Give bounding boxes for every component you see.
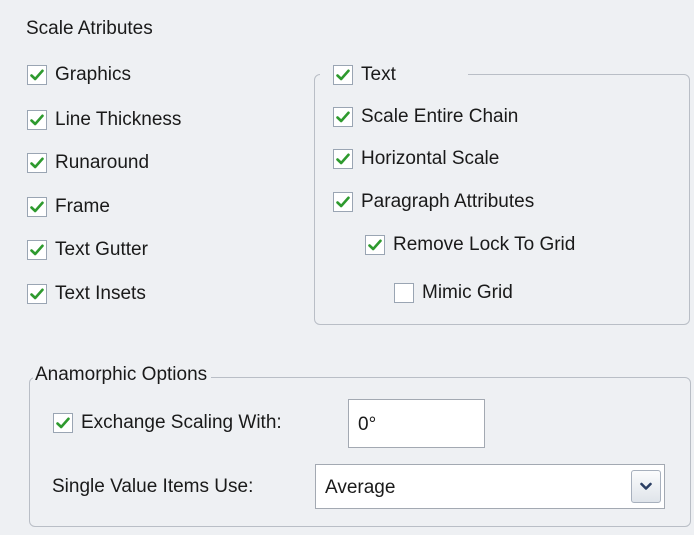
checkmark-icon xyxy=(30,201,44,213)
scale-entire-chain-label: Scale Entire Chain xyxy=(361,106,519,127)
text-checkbox[interactable] xyxy=(333,65,353,85)
single-value-items-selected: Average xyxy=(325,477,396,498)
frame-label: Frame xyxy=(55,196,110,217)
checkmark-icon xyxy=(336,69,350,81)
checkmark-icon xyxy=(30,69,44,81)
remove-lock-to-grid-checkbox[interactable] xyxy=(365,235,385,255)
paragraph-attributes-checkbox-row[interactable]: Paragraph Attributes xyxy=(333,189,534,215)
runaround-label: Runaround xyxy=(55,152,150,173)
runaround-checkbox[interactable] xyxy=(27,153,47,173)
text-insets-checkbox[interactable] xyxy=(27,284,47,304)
single-value-items-select[interactable]: Average xyxy=(315,464,665,509)
text-gutter-checkbox[interactable] xyxy=(27,240,47,260)
text-label: Text xyxy=(361,64,396,85)
remove-lock-to-grid-label: Remove Lock To Grid xyxy=(393,234,576,255)
text-checkbox-row[interactable]: Text xyxy=(333,62,396,88)
exchange-scaling-angle-value: 0° xyxy=(358,414,377,435)
graphics-label: Graphics xyxy=(55,64,132,85)
exchange-scaling-checkbox[interactable] xyxy=(53,413,73,433)
line-thickness-label: Line Thickness xyxy=(55,109,182,130)
scale-entire-chain-checkbox[interactable] xyxy=(333,107,353,127)
mimic-grid-checkbox-row[interactable]: Mimic Grid xyxy=(394,280,513,306)
paragraph-attributes-checkbox[interactable] xyxy=(333,192,353,212)
text-gutter-checkbox-row[interactable]: Text Gutter xyxy=(27,237,148,263)
scale-options-panel: Scale Atributes Graphics Line Thickness … xyxy=(0,0,694,535)
exchange-scaling-checkbox-row[interactable]: Exchange Scaling With: xyxy=(53,410,282,436)
horizontal-scale-label: Horizontal Scale xyxy=(361,148,500,169)
mimic-grid-label: Mimic Grid xyxy=(422,282,513,303)
checkmark-icon xyxy=(336,196,350,208)
checkmark-icon xyxy=(336,153,350,165)
checkmark-icon xyxy=(30,288,44,300)
exchange-scaling-label: Exchange Scaling With: xyxy=(81,412,282,433)
horizontal-scale-checkbox-row[interactable]: Horizontal Scale xyxy=(333,146,499,172)
anamorphic-options-title: Anamorphic Options xyxy=(33,364,212,386)
mimic-grid-checkbox[interactable] xyxy=(394,283,414,303)
frame-checkbox[interactable] xyxy=(27,197,47,217)
text-gutter-label: Text Gutter xyxy=(55,239,148,260)
checkmark-icon xyxy=(30,114,44,126)
line-thickness-checkbox[interactable] xyxy=(27,110,47,130)
dropdown-button[interactable] xyxy=(631,470,661,503)
line-thickness-checkbox-row[interactable]: Line Thickness xyxy=(27,107,181,133)
text-insets-checkbox-row[interactable]: Text Insets xyxy=(27,281,146,307)
checkmark-icon xyxy=(368,239,382,251)
text-insets-label: Text Insets xyxy=(55,283,146,304)
single-value-items-label: Single Value Items Use: xyxy=(52,476,254,497)
checkmark-icon xyxy=(56,417,70,429)
graphics-checkbox-row[interactable]: Graphics xyxy=(27,62,131,88)
exchange-scaling-angle-input[interactable]: 0° xyxy=(348,399,485,448)
remove-lock-to-grid-checkbox-row[interactable]: Remove Lock To Grid xyxy=(365,232,575,258)
graphics-checkbox[interactable] xyxy=(27,65,47,85)
scale-entire-chain-checkbox-row[interactable]: Scale Entire Chain xyxy=(333,104,518,130)
scale-attributes-title: Scale Atributes xyxy=(26,18,153,39)
checkmark-icon xyxy=(30,244,44,256)
horizontal-scale-checkbox[interactable] xyxy=(333,149,353,169)
checkmark-icon xyxy=(336,111,350,123)
paragraph-attributes-label: Paragraph Attributes xyxy=(361,191,535,212)
checkmark-icon xyxy=(30,157,44,169)
runaround-checkbox-row[interactable]: Runaround xyxy=(27,150,149,176)
chevron-down-icon xyxy=(640,482,652,490)
frame-checkbox-row[interactable]: Frame xyxy=(27,194,110,220)
